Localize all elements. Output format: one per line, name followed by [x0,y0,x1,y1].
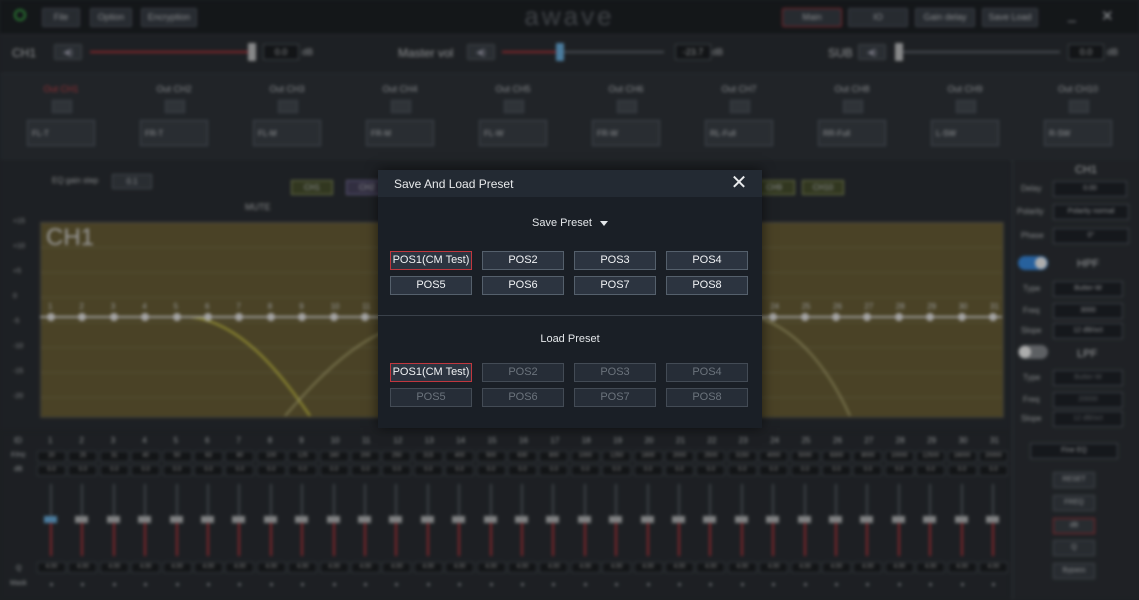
save-preset-button[interactable]: POS1(CM Test) [390,251,472,270]
save-preset-title: Save Preset [532,217,592,229]
load-preset-button[interactable]: POS6 [482,388,564,407]
save-preset-button[interactable]: POS8 [666,276,748,295]
caret-down-icon [599,220,608,226]
preset-dialog: Save And Load Preset ✕ Save Preset POS1(… [378,170,762,428]
save-preset-button[interactable]: POS4 [666,251,748,270]
save-preset-button[interactable]: POS7 [574,276,656,295]
load-preset-button[interactable]: POS4 [666,363,748,382]
save-preset-button[interactable]: POS3 [574,251,656,270]
dialog-close-icon[interactable]: ✕ [730,173,748,193]
section-divider [378,315,762,316]
load-preset-button[interactable]: POS7 [574,388,656,407]
load-preset-button[interactable]: POS3 [574,363,656,382]
save-preset-button[interactable]: POS2 [482,251,564,270]
load-preset-button[interactable]: POS2 [482,363,564,382]
save-preset-header[interactable]: Save Preset [378,217,762,229]
load-preset-button[interactable]: POS1(CM Test) [390,363,472,382]
save-preset-button[interactable]: POS5 [390,276,472,295]
load-preset-title: Load Preset [540,333,600,345]
dialog-title: Save And Load Preset [394,177,514,191]
save-preset-button[interactable]: POS6 [482,276,564,295]
load-preset-button[interactable]: POS8 [666,388,748,407]
dialog-header: Save And Load Preset ✕ [378,170,762,197]
load-preset-button[interactable]: POS5 [390,388,472,407]
